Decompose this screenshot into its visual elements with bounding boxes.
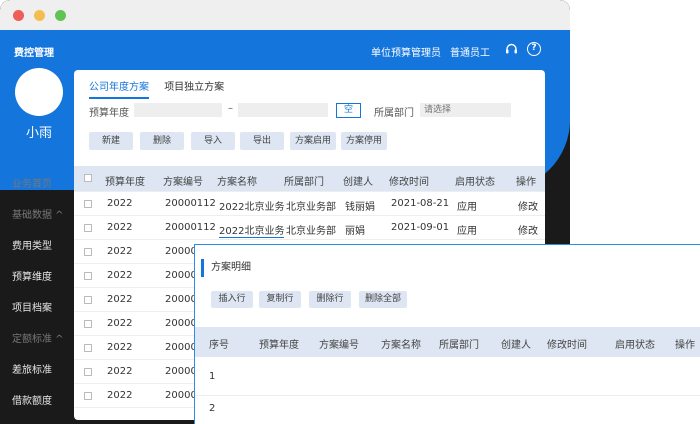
sidebar-item[interactable]: 定额标准 ^ [0, 327, 74, 358]
row-checkbox[interactable] [84, 344, 92, 352]
panel-column-header: 启用状态 [615, 340, 655, 351]
column-header: 修改时间 [389, 177, 429, 188]
table-cell: 2021-09-01 [391, 222, 450, 233]
minimize-window-dot[interactable] [34, 10, 45, 21]
insert-row-button[interactable]: 插入行 [211, 291, 253, 308]
disable-plan-button[interactable]: 方案停用 [341, 132, 387, 150]
tab-company-annual[interactable]: 公司年度方案 [89, 78, 149, 99]
row-checkbox[interactable] [84, 296, 92, 304]
table-row[interactable]: 2022 20000112 2022北京业务 北京业务部 丽娟 2021-09-01 应用 修… [74, 216, 545, 240]
column-header: 所属部门 [284, 177, 324, 188]
year-start-input[interactable] [134, 103, 222, 117]
sidebar-item[interactable]: 业务首页 [0, 172, 74, 203]
panel-column-header: 操作 [675, 340, 695, 351]
table-cell: 丽娟 [345, 226, 365, 237]
table-cell: 2022 [107, 246, 133, 257]
panel-table-header: 序号 预算年度 方案编号 方案名称 所属部门 创建人 修改时间 启用状态 操作 [195, 327, 700, 357]
column-header: 方案编号 [163, 177, 203, 188]
row-checkbox[interactable] [84, 224, 92, 232]
table-cell: 钱丽娟 [345, 202, 375, 213]
column-header: 创建人 [343, 177, 373, 188]
panel-column-header: 序号 [209, 340, 229, 351]
table-cell: 2022 [107, 390, 133, 401]
dept-select[interactable] [420, 103, 511, 117]
enable-plan-button[interactable]: 方案启用 [290, 132, 336, 150]
table-cell: 2022 [107, 318, 133, 329]
year-end-input[interactable] [238, 103, 328, 117]
help-icon[interactable]: ? [527, 42, 541, 56]
edit-link[interactable]: 修改 [518, 222, 538, 237]
sidebar-item[interactable]: 费用类型 [0, 234, 74, 265]
table-cell: 20000112 [165, 222, 216, 233]
table-cell: 2022北京业务 [219, 202, 285, 213]
sidebar-item[interactable]: 预算维度 [0, 265, 74, 296]
row-checkbox[interactable] [84, 392, 92, 400]
panel-column-header: 方案名称 [381, 340, 421, 351]
delete-row-button[interactable]: 删除行 [309, 291, 351, 308]
close-window-dot[interactable] [13, 10, 24, 21]
delete-button[interactable]: 删除 [140, 132, 184, 150]
column-header: 方案名称 [217, 177, 257, 188]
brand-title: 费控管理 [14, 48, 54, 59]
row-checkbox[interactable] [84, 368, 92, 376]
table-cell: 2022 [107, 222, 133, 233]
panel-column-header: 预算年度 [259, 340, 299, 351]
sidebar-item[interactable]: 基础数据 ^ [0, 203, 74, 234]
delete-all-button[interactable]: 删除全部 [359, 291, 407, 308]
sidebar-item[interactable]: 差旅标准 [0, 358, 74, 389]
plan-detail-panel: 方案明细 插入行 复制行 删除行 删除全部 序号 预算年度 方案编号 方案名称 所属部门… [194, 244, 700, 424]
table-cell: 2022北京业务 [219, 222, 285, 238]
row-checkbox[interactable] [84, 248, 92, 256]
username: 小雨 [25, 126, 52, 141]
import-button[interactable]: 导入 [191, 132, 235, 150]
table-cell: 2022 [107, 366, 133, 377]
column-header: 预算年度 [105, 177, 145, 188]
sidebar-item[interactable]: 项目档案 [0, 296, 74, 327]
table-cell: 北京业务部 [286, 226, 336, 237]
table-cell: 2021-08-21 [391, 198, 450, 209]
sidebar: 业务首页 基础数据 ^ 费用类型 预算维度 项目档案 定额标准 ^ 差旅标准 借款额度 [0, 172, 74, 420]
clear-button[interactable]: 空 [336, 103, 361, 118]
column-header: 操作 [516, 177, 536, 188]
copy-row-button[interactable]: 复制行 [259, 291, 301, 308]
title-bar [0, 0, 570, 30]
panel-column-header: 所属部门 [439, 340, 479, 351]
avatar[interactable] [15, 68, 63, 116]
panel-row-number: 2 [209, 403, 216, 414]
row-checkbox[interactable] [84, 200, 92, 208]
table-cell: 2022 [107, 270, 133, 281]
dept-admin-link[interactable]: 单位预算管理员 [371, 44, 441, 59]
panel-title: 方案明细 [201, 259, 251, 277]
edit-link[interactable]: 修改 [518, 198, 538, 213]
export-button[interactable]: 导出 [240, 132, 284, 150]
dept-label: 所属部门 [374, 108, 414, 119]
table-row[interactable]: 2022 20000112 2022北京业务 北京业务部 钱丽娟 2021-08-21 应用… [74, 192, 545, 216]
year-label: 预算年度 [89, 108, 129, 119]
maximize-window-dot[interactable] [55, 10, 66, 21]
new-button[interactable]: 新建 [89, 132, 133, 150]
table-cell: 20000112 [165, 198, 216, 209]
table-cell: 2022 [107, 294, 133, 305]
row-checkbox[interactable] [84, 320, 92, 328]
headset-icon[interactable] [505, 43, 518, 55]
panel-column-header: 方案编号 [319, 340, 359, 351]
select-all-checkbox[interactable] [84, 174, 92, 182]
table-header-row: 预算年度 方案编号 方案名称 所属部门 创建人 修改时间 启用状态 操作 [74, 166, 545, 192]
table-cell: 2022 [107, 342, 133, 353]
panel-row-number: 1 [209, 371, 216, 382]
user-role-link[interactable]: 普通员工 [450, 44, 490, 59]
table-cell: 2022 [107, 198, 133, 209]
panel-column-header: 修改时间 [547, 340, 587, 351]
table-cell: 北京业务部 [286, 202, 336, 213]
table-cell: 应用 [457, 202, 477, 213]
panel-row-divider [195, 395, 700, 396]
tab-project-independent[interactable]: 项目独立方案 [164, 78, 224, 97]
tab-bar: 公司年度方案 项目独立方案 [89, 78, 236, 99]
range-dash: – [228, 103, 233, 114]
panel-column-header: 创建人 [501, 340, 531, 351]
table-cell: 应用 [457, 226, 477, 237]
row-checkbox[interactable] [84, 272, 92, 280]
column-header: 启用状态 [455, 177, 495, 188]
sidebar-item[interactable]: 借款额度 [0, 389, 74, 420]
